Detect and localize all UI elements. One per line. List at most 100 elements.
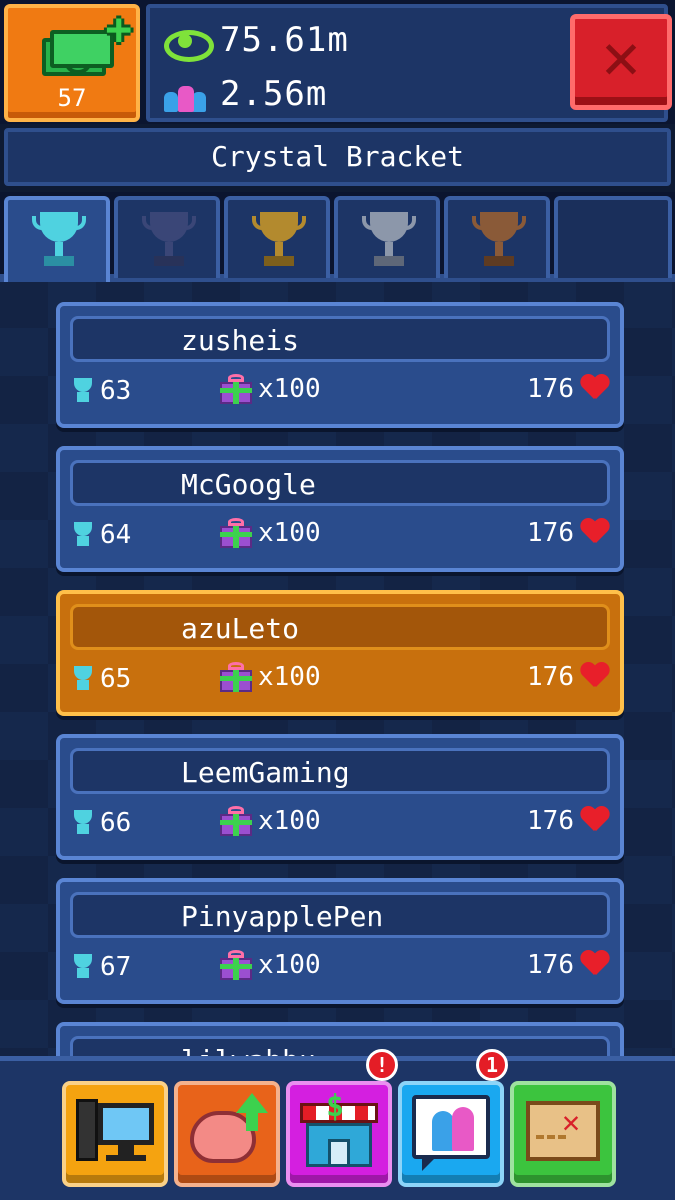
cash-button[interactable]: + 57 <box>4 4 140 122</box>
rank: 63 <box>72 376 131 406</box>
reward: x100 <box>220 662 321 692</box>
reward: x100 <box>220 374 321 404</box>
gift-icon <box>220 374 252 404</box>
hearts: 176 <box>527 374 610 404</box>
heart-icon <box>580 519 610 547</box>
rank-number: 64 <box>100 520 132 550</box>
tab-empty <box>554 196 672 278</box>
name-bar: LeemGaming <box>70 748 610 794</box>
hearts: 176 <box>527 518 610 548</box>
player-name: zusheis <box>181 324 300 357</box>
leaderboard-row[interactable]: zusheis 63 x100 176 <box>56 302 624 428</box>
trophy-icon <box>72 522 94 548</box>
reward: x100 <box>220 806 321 836</box>
rank: 67 <box>72 952 131 982</box>
bracket-tabs <box>0 192 675 282</box>
cash-icon-front <box>50 30 114 68</box>
player-name: PinyapplePen <box>181 900 384 933</box>
reward-amount: x100 <box>258 518 321 548</box>
trophy-icon <box>72 378 94 404</box>
cash-count: 57 <box>57 84 87 112</box>
plus-icon: + <box>105 4 133 55</box>
leaderboard-list[interactable]: zusheis 63 x100 176 McGoogle 64 x100 176 <box>0 290 675 1056</box>
rank-number: 63 <box>100 376 132 406</box>
name-bar: McGoogle <box>70 460 610 506</box>
shop-notification-badge: ! <box>366 1049 398 1081</box>
reward: x100 <box>220 950 321 980</box>
close-button[interactable]: ✕ <box>570 14 672 110</box>
people-icon <box>162 76 208 112</box>
tab-gold[interactable] <box>224 196 330 278</box>
player-name: McGoogle <box>181 468 316 501</box>
reward-amount: x100 <box>258 374 321 404</box>
close-icon: ✕ <box>601 20 641 94</box>
rank-number: 67 <box>100 952 132 982</box>
name-bar: zusheis <box>70 316 610 362</box>
computer-icon <box>76 1095 154 1169</box>
reward: x100 <box>220 518 321 548</box>
map-button[interactable]: ✕ <box>510 1081 616 1187</box>
shop-icon: $ <box>300 1089 378 1169</box>
name-bar: lilwabbu <box>70 1036 610 1056</box>
views-stat: 75.61m <box>162 18 349 62</box>
social-notification-badge: 1 <box>476 1049 508 1081</box>
gift-icon <box>220 518 252 548</box>
leaderboard-row[interactable]: LeemGaming 66 x100 176 <box>56 734 624 860</box>
shop-button[interactable]: ! $ <box>286 1049 398 1187</box>
eye-icon <box>162 22 214 62</box>
bottom-nav: ! $ 1 ✕ <box>0 1049 675 1200</box>
hearts-count: 176 <box>527 518 574 548</box>
heart-icon <box>580 375 610 403</box>
rank-number: 65 <box>100 664 132 694</box>
chat-icon <box>412 1095 490 1171</box>
leaderboard-row[interactable]: PinyapplePen 67 x100 176 <box>56 878 624 1004</box>
hearts-count: 176 <box>527 950 574 980</box>
heart-icon <box>580 807 610 835</box>
reward-amount: x100 <box>258 662 321 692</box>
diamond-trophy-icon <box>142 212 196 272</box>
gold-trophy-icon <box>252 212 306 272</box>
bronze-trophy-icon <box>472 212 526 272</box>
hearts: 176 <box>527 662 610 692</box>
name-bar: PinyapplePen <box>70 892 610 938</box>
heart-icon <box>580 663 610 691</box>
rank: 64 <box>72 520 131 550</box>
reward-amount: x100 <box>258 950 321 980</box>
gift-icon <box>220 806 252 836</box>
hearts-count: 176 <box>527 806 574 836</box>
fans-stat: 2.56m <box>162 72 327 116</box>
hearts-count: 176 <box>527 662 574 692</box>
leaderboard-row[interactable]: lilwabbu <box>56 1022 624 1056</box>
treasure-map-icon: ✕ <box>524 1095 602 1169</box>
heart-icon <box>580 951 610 979</box>
silver-trophy-icon <box>362 212 416 272</box>
player-name: lilwabbu <box>181 1044 316 1056</box>
brain-upgrade-icon <box>188 1093 268 1169</box>
upgrades-button[interactable] <box>174 1081 280 1187</box>
computer-button[interactable] <box>62 1081 168 1187</box>
leaderboard-row[interactable]: McGoogle 64 x100 176 <box>56 446 624 572</box>
hearts: 176 <box>527 950 610 980</box>
name-bar: azuLeto <box>70 604 610 650</box>
bracket-title: Crystal Bracket <box>4 128 671 186</box>
tab-crystal[interactable] <box>4 196 110 282</box>
player-name: azuLeto <box>181 612 300 645</box>
views-value: 75.61m <box>220 20 349 60</box>
fans-value: 2.56m <box>220 74 328 114</box>
trophy-icon <box>72 666 94 692</box>
hearts-count: 176 <box>527 374 574 404</box>
trophy-icon <box>72 954 94 980</box>
tab-silver[interactable] <box>334 196 440 278</box>
tab-bronze[interactable] <box>444 196 550 278</box>
gift-icon <box>220 950 252 980</box>
reward-amount: x100 <box>258 806 321 836</box>
rank: 65 <box>72 664 131 694</box>
social-button[interactable]: 1 <box>398 1049 508 1187</box>
top-bar: + 57 75.61m 2.56m ✕ <box>0 0 675 124</box>
tab-diamond[interactable] <box>114 196 220 278</box>
player-name: LeemGaming <box>181 756 350 789</box>
crystal-trophy-icon <box>32 212 86 272</box>
rank-number: 66 <box>100 808 132 838</box>
trophy-icon <box>72 810 94 836</box>
leaderboard-row-current-player[interactable]: azuLeto 65 x100 176 <box>56 590 624 716</box>
